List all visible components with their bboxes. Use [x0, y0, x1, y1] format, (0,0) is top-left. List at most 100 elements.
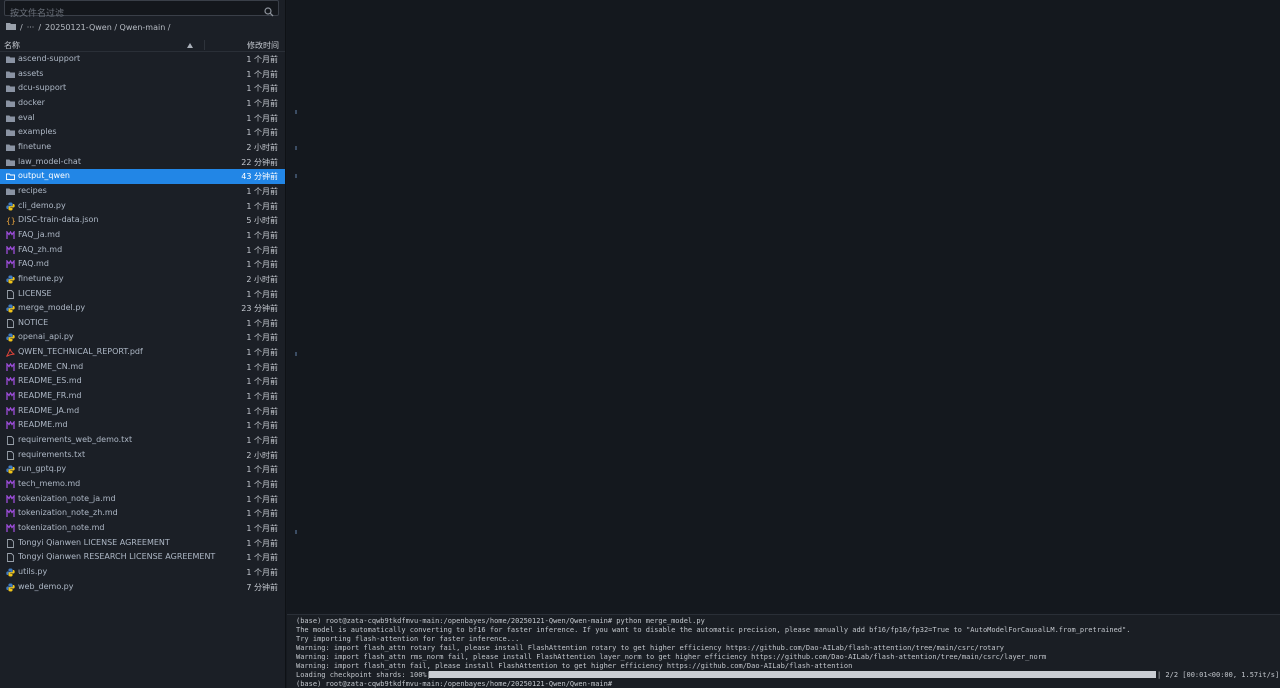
file-row[interactable]: README.md 1 个月前	[0, 418, 285, 433]
breadcrumb-ellipsis[interactable]: ···	[27, 23, 35, 32]
breadcrumb-root[interactable]: /	[20, 23, 23, 32]
file-row[interactable]: merge_model.py 23 分钟前	[0, 301, 285, 316]
file-row[interactable]: ascend-support 1 个月前	[0, 52, 285, 67]
file-row[interactable]: tokenization_note_zh.md 1 个月前	[0, 506, 285, 521]
file-row[interactable]: Tongyi Qianwen RESEARCH LICENSE AGREEMEN…	[0, 550, 285, 565]
file-row[interactable]: FAQ.md 1 个月前	[0, 257, 285, 272]
file-row[interactable]: tech_memo.md 1 个月前	[0, 477, 285, 492]
sort-ascending-icon[interactable]	[187, 41, 193, 50]
markdown-icon	[6, 479, 15, 489]
file-row[interactable]: tokenization_note.md 1 个月前	[0, 521, 285, 536]
file-row[interactable]: output_qwen 43 分钟前	[0, 169, 285, 184]
file-row[interactable]: cli_demo.py 1 个月前	[0, 199, 285, 214]
file-row[interactable]: examples 1 个月前	[0, 125, 285, 140]
terminal-line: Try importing flash-attention for faster…	[296, 635, 520, 643]
file-row[interactable]: tokenization_note_ja.md 1 个月前	[0, 492, 285, 507]
markdown-icon	[6, 244, 15, 255]
file-icon	[6, 436, 15, 446]
file-row[interactable]: README_CN.md 1 个月前	[0, 360, 285, 375]
folder-icon	[6, 114, 15, 123]
file-modified-time: 1 个月前	[246, 465, 278, 475]
file-row[interactable]: web_demo.py 7 分钟前	[0, 580, 285, 595]
file-name: openai_api.py	[18, 332, 74, 342]
markdown-icon	[6, 230, 15, 240]
file-row[interactable]: docker 1 个月前	[0, 96, 285, 111]
file-row[interactable]: {} DISC-train-data.json 5 小时前	[0, 213, 285, 228]
file-row[interactable]: recipes 1 个月前	[0, 184, 285, 199]
file-name: README_FR.md	[18, 391, 82, 401]
file-name: tokenization_note.md	[18, 523, 105, 532]
file-modified-time: 1 个月前	[246, 509, 278, 519]
file-modified-time: 1 个月前	[246, 289, 278, 299]
file-modified-time: 1 个月前	[246, 480, 278, 490]
file-modified-time: 1 个月前	[246, 98, 278, 108]
file-row[interactable]: Tongyi Qianwen LICENSE AGREEMENT 1 个月前	[0, 536, 285, 551]
home-folder-icon[interactable]	[6, 22, 16, 32]
file-row[interactable]: requirements.txt 2 小时前	[0, 448, 285, 463]
markdown-icon	[6, 391, 15, 401]
python-icon	[6, 568, 15, 577]
list-header: 名称 修改时间	[0, 38, 285, 52]
file-modified-time: 1 个月前	[246, 245, 278, 255]
file-row[interactable]: utils.py 1 个月前	[0, 565, 285, 580]
column-modified-header[interactable]: 修改时间	[247, 40, 279, 51]
file-row[interactable]: run_gptq.py 1 个月前	[0, 462, 285, 477]
file-name: README.md	[18, 420, 68, 430]
markdown-icon	[6, 376, 15, 386]
file-modified-time: 1 个月前	[246, 436, 278, 446]
file-row[interactable]: README_ES.md 1 个月前	[0, 374, 285, 389]
file-row[interactable]: FAQ_ja.md 1 个月前	[0, 228, 285, 243]
file-row[interactable]: NOTICE 1 个月前	[0, 316, 285, 331]
file-modified-time: 1 个月前	[246, 377, 278, 387]
file-row[interactable]: README_FR.md 1 个月前	[0, 389, 285, 404]
file-row[interactable]: FAQ_zh.md 1 个月前	[0, 243, 285, 258]
column-divider[interactable]	[204, 40, 205, 50]
file-row[interactable]: finetune.py 2 小时前	[0, 272, 285, 287]
file-row[interactable]: dcu-support 1 个月前	[0, 81, 285, 96]
file-name: finetune.py	[18, 273, 64, 283]
markdown-icon	[6, 523, 15, 533]
file-row[interactable]: QWEN_TECHNICAL_REPORT.pdf 1 个月前	[0, 345, 285, 360]
progress-stats: | 2/2 [00:01<00:00, 1.57it/s]	[1157, 671, 1280, 679]
file-modified-time: 1 个月前	[246, 567, 278, 577]
breadcrumb-path[interactable]: 20250121-Qwen / Qwen-main /	[45, 23, 170, 32]
folder-icon	[6, 55, 15, 64]
file-row[interactable]: README_JA.md 1 个月前	[0, 404, 285, 419]
file-modified-time: 1 个月前	[246, 421, 278, 431]
file-name: eval	[18, 112, 35, 122]
file-name: README_ES.md	[18, 376, 82, 386]
file-name: FAQ_ja.md	[18, 229, 61, 239]
file-name: web_demo.py	[18, 581, 74, 591]
terminal-line: Warning: import flash_attn fail, please …	[296, 662, 853, 670]
file-name: Tongyi Qianwen LICENSE AGREEMENT	[18, 537, 170, 547]
file-row[interactable]: law_model-chat 22 分钟前	[0, 155, 285, 170]
breadcrumb-separator: /	[38, 22, 42, 32]
svg-text:{}: {}	[6, 217, 15, 226]
filter-input[interactable]	[5, 7, 260, 21]
markdown-icon	[6, 259, 15, 269]
gutter-marker	[295, 530, 297, 534]
file-list: ascend-support 1 个月前 assets 1 个月前 dcu-suppor…	[0, 52, 285, 594]
file-row[interactable]: openai_api.py 1 个月前	[0, 330, 285, 345]
file-modified-time: 2 小时前	[246, 142, 278, 152]
terminal-line: Warning: import flash_attn rotary fail, …	[296, 644, 1005, 652]
file-name: ascend-support	[18, 54, 81, 63]
file-row[interactable]: finetune 2 小时前	[0, 140, 285, 155]
search-icon[interactable]	[264, 2, 274, 21]
file-icon	[6, 553, 15, 563]
file-modified-time: 1 个月前	[246, 392, 278, 402]
file-modified-time: 1 个月前	[246, 230, 278, 240]
file-name: README_JA.md	[18, 405, 80, 415]
markdown-icon	[6, 405, 15, 416]
terminal-panel[interactable]: (base) root@zata-cqwb9tkdfmvu-main:/open…	[287, 614, 1280, 688]
column-name-header[interactable]: 名称	[4, 40, 20, 51]
editor-area	[287, 0, 1280, 612]
file-row[interactable]: eval 1 个月前	[0, 111, 285, 126]
app-window: / ··· / 20250121-Qwen / Qwen-main / 名称 修…	[0, 0, 1280, 688]
file-modified-time: 1 个月前	[246, 362, 278, 372]
file-modified-time: 1 个月前	[246, 553, 278, 563]
file-row[interactable]: LICENSE 1 个月前	[0, 287, 285, 302]
file-row[interactable]: assets 1 个月前	[0, 67, 285, 82]
file-row[interactable]: requirements_web_demo.txt 1 个月前	[0, 433, 285, 448]
file-modified-time: 1 个月前	[246, 406, 278, 416]
